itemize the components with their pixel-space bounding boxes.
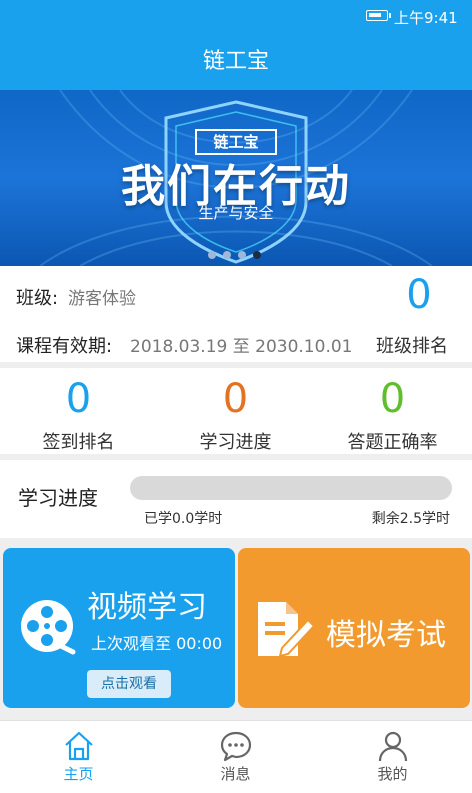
tab-home[interactable]: 主页 <box>0 721 157 793</box>
stat-value: 0 <box>65 376 92 422</box>
stat-value: 0 <box>379 376 406 422</box>
study-progress-panel: 学习进度 已学0.0学时 剩余2.5学时 <box>0 460 472 538</box>
validity-value: 2018.03.19 至 2030.10.01 <box>130 337 353 357</box>
stat-study-progress[interactable]: 0 学习进度 <box>157 368 314 454</box>
stat-checkin-rank[interactable]: 0 签到排名 <box>0 368 157 454</box>
tab-label: 消息 <box>220 765 251 783</box>
progress-title: 学习进度 <box>18 486 98 510</box>
page-dot[interactable] <box>208 251 216 259</box>
video-study-card[interactable]: 视频学习 上次观看至 00:00 点击观看 <box>3 548 235 708</box>
class-label: 班级: <box>16 288 59 309</box>
stat-label: 学习进度 <box>199 432 272 453</box>
class-value: 游客体验 <box>68 289 136 309</box>
page-dot[interactable] <box>238 251 246 259</box>
stats-panel: 0 签到排名 0 学习进度 0 答题正确率 <box>0 368 472 454</box>
last-watched-text: 上次观看至 00:00 <box>91 634 223 653</box>
stat-label: 签到排名 <box>42 432 115 453</box>
promo-banner[interactable]: 链工宝 我们在行动 生产与安全 <box>0 90 472 266</box>
chat-icon <box>220 731 252 762</box>
app-title: 链工宝 <box>202 49 269 74</box>
validity-label: 课程有效期: <box>16 336 113 357</box>
page-dot[interactable] <box>223 251 231 259</box>
bottom-tab-bar: 主页 消息 我的 <box>0 720 472 793</box>
video-card-title: 视频学习 <box>87 590 207 625</box>
tab-label: 主页 <box>63 765 94 783</box>
page-dot[interactable] <box>253 251 261 259</box>
class-rank-label: 班级排名 <box>376 336 448 357</box>
class-info-panel: 班级: 游客体验 课程有效期: 2018.03.19 至 2030.10.01 … <box>0 266 472 362</box>
user-icon <box>378 731 408 762</box>
progress-bar <box>130 476 452 500</box>
app-title-bar: 链工宝 <box>0 34 472 90</box>
home-icon <box>65 731 93 761</box>
banner-subtitle: 生产与安全 <box>198 204 274 222</box>
tab-messages[interactable]: 消息 <box>157 721 314 793</box>
battery-icon <box>366 10 391 21</box>
status-bar: 上午9:41 <box>0 0 472 34</box>
status-time: 上午9:41 <box>394 9 458 27</box>
watch-button[interactable]: 点击观看 <box>87 670 171 698</box>
mock-exam-card[interactable]: 模拟考试 <box>238 548 470 708</box>
film-reel-icon <box>21 600 76 655</box>
remaining-hours: 剩余2.5学时 <box>371 511 450 527</box>
stat-value: 0 <box>222 376 249 422</box>
tab-profile[interactable]: 我的 <box>314 721 471 793</box>
document-pen-icon <box>258 602 316 658</box>
tab-label: 我的 <box>377 765 408 783</box>
stat-answer-accuracy[interactable]: 0 答题正确率 <box>314 368 471 454</box>
learned-hours: 已学0.0学时 <box>144 511 223 527</box>
stat-label: 答题正确率 <box>347 432 438 453</box>
exam-card-title: 模拟考试 <box>326 618 446 653</box>
class-rank-value: 0 <box>406 272 432 318</box>
banner-page-indicator[interactable] <box>208 244 268 259</box>
